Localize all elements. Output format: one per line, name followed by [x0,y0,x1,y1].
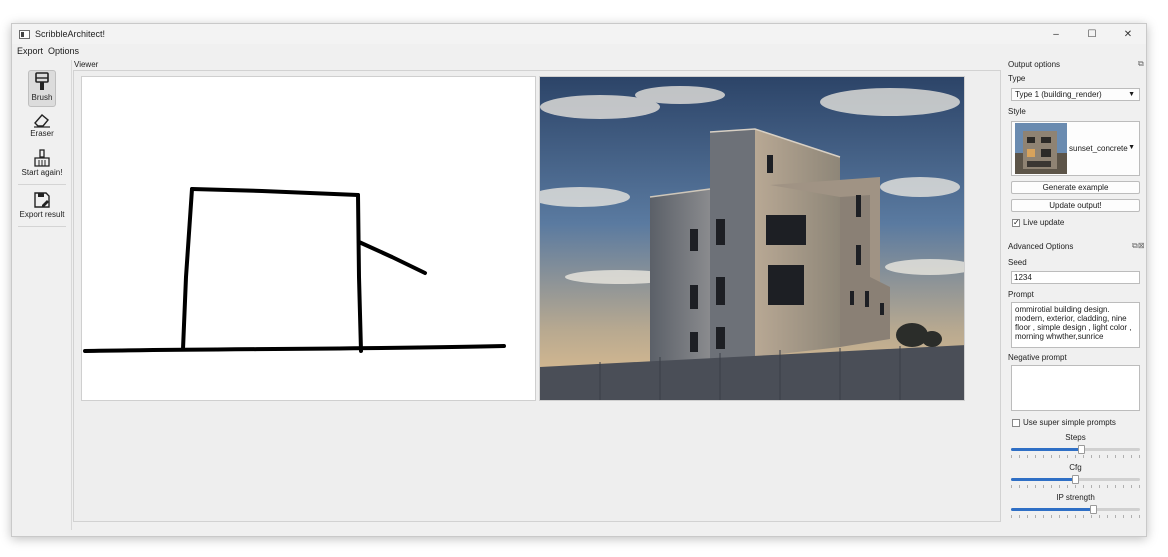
type-select[interactable]: Type 1 (building_render) ▼ [1011,88,1140,101]
render-output-image [539,76,965,401]
slider-fill [1011,478,1075,481]
style-thumbnail [1015,123,1067,174]
brush-tool-button[interactable]: Brush [12,72,72,102]
eraser-label: Eraser [30,129,54,138]
slider-thumb[interactable] [1090,505,1097,514]
undock-close-icons[interactable]: ⧉⊠ [1132,241,1144,251]
type-label: Type [1008,74,1026,83]
building-render-picture [540,77,964,400]
slider-fill [1011,508,1093,511]
ip-strength-slider[interactable] [1011,505,1140,518]
live-update-checkbox[interactable]: ✓ [1012,219,1020,227]
export-icon [34,192,50,208]
slider-ticks [1011,455,1140,458]
super-simple-checkbox[interactable] [1012,419,1020,427]
steps-label: Steps [1065,433,1086,442]
prompt-label: Prompt [1008,290,1034,299]
tool-sidebar: Brush Eraser Start again! Export result [12,60,72,530]
broom-icon [34,149,50,167]
seed-label: Seed [1008,258,1027,267]
menu-export[interactable]: Export [17,46,43,56]
start-again-button[interactable]: Start again! [12,149,72,177]
minimize-button[interactable]: – [1038,24,1074,44]
ip-strength-label: IP strength [1056,493,1095,502]
output-options-panel: Output options ⧉ Type Type 1 (building_r… [1007,59,1146,530]
type-select-value: Type 1 (building_render) [1015,90,1102,99]
viewer-label: Viewer [74,60,99,69]
export-result-label: Export result [19,210,65,219]
slider-ticks [1011,485,1140,488]
slider-ticks [1011,515,1140,518]
chevron-down-icon: ▼ [1128,91,1135,98]
scribble-sketch [83,187,506,353]
brush-icon [35,72,49,90]
eraser-icon [34,114,50,128]
window-title: ScribbleArchitect! [35,29,106,39]
eraser-tool-button[interactable]: Eraser [12,112,72,138]
menu-options[interactable]: Options [48,46,79,56]
slider-thumb[interactable] [1078,445,1085,454]
app-icon [19,29,30,39]
super-simple-label: Use super simple prompts [1023,418,1116,427]
maximize-button[interactable]: ☐ [1074,24,1110,44]
style-select-value: sunset_concrete [1069,144,1128,153]
negative-prompt-textarea[interactable] [1011,365,1140,411]
menu-bar: Export Options [12,44,1146,57]
live-update-label: Live update [1023,218,1065,227]
drawing-canvas[interactable] [81,76,536,401]
style-label: Style [1008,107,1026,116]
slider-thumb[interactable] [1072,475,1079,484]
advanced-options-title: Advanced Options [1008,242,1074,251]
cfg-label: Cfg [1069,463,1082,472]
toolbar-separator [18,226,66,227]
start-again-label: Start again! [21,168,63,177]
prompt-textarea[interactable]: ommirotial building design. modern, exte… [1011,302,1140,348]
undock-icon[interactable]: ⧉ [1138,59,1144,69]
export-result-button[interactable]: Export result [12,191,72,219]
steps-slider[interactable] [1011,445,1140,458]
generate-example-button[interactable]: Generate example [1011,181,1140,194]
update-output-button[interactable]: Update output! [1011,199,1140,212]
app-window: ScribbleArchitect! – ☐ ✕ Export Options … [11,23,1147,537]
cfg-slider[interactable] [1011,475,1140,488]
style-select[interactable]: sunset_concrete ▼ [1011,121,1140,176]
output-options-title: Output options [1008,60,1061,69]
title-bar: ScribbleArchitect! – ☐ ✕ [12,24,1146,44]
seed-input[interactable]: 1234 [1011,271,1140,284]
close-button[interactable]: ✕ [1110,24,1146,44]
chevron-down-icon: ▼ [1128,144,1135,151]
brush-label: Brush [31,93,53,102]
negative-prompt-label: Negative prompt [1008,353,1067,362]
toolbar-separator [18,184,66,185]
slider-fill [1011,448,1081,451]
